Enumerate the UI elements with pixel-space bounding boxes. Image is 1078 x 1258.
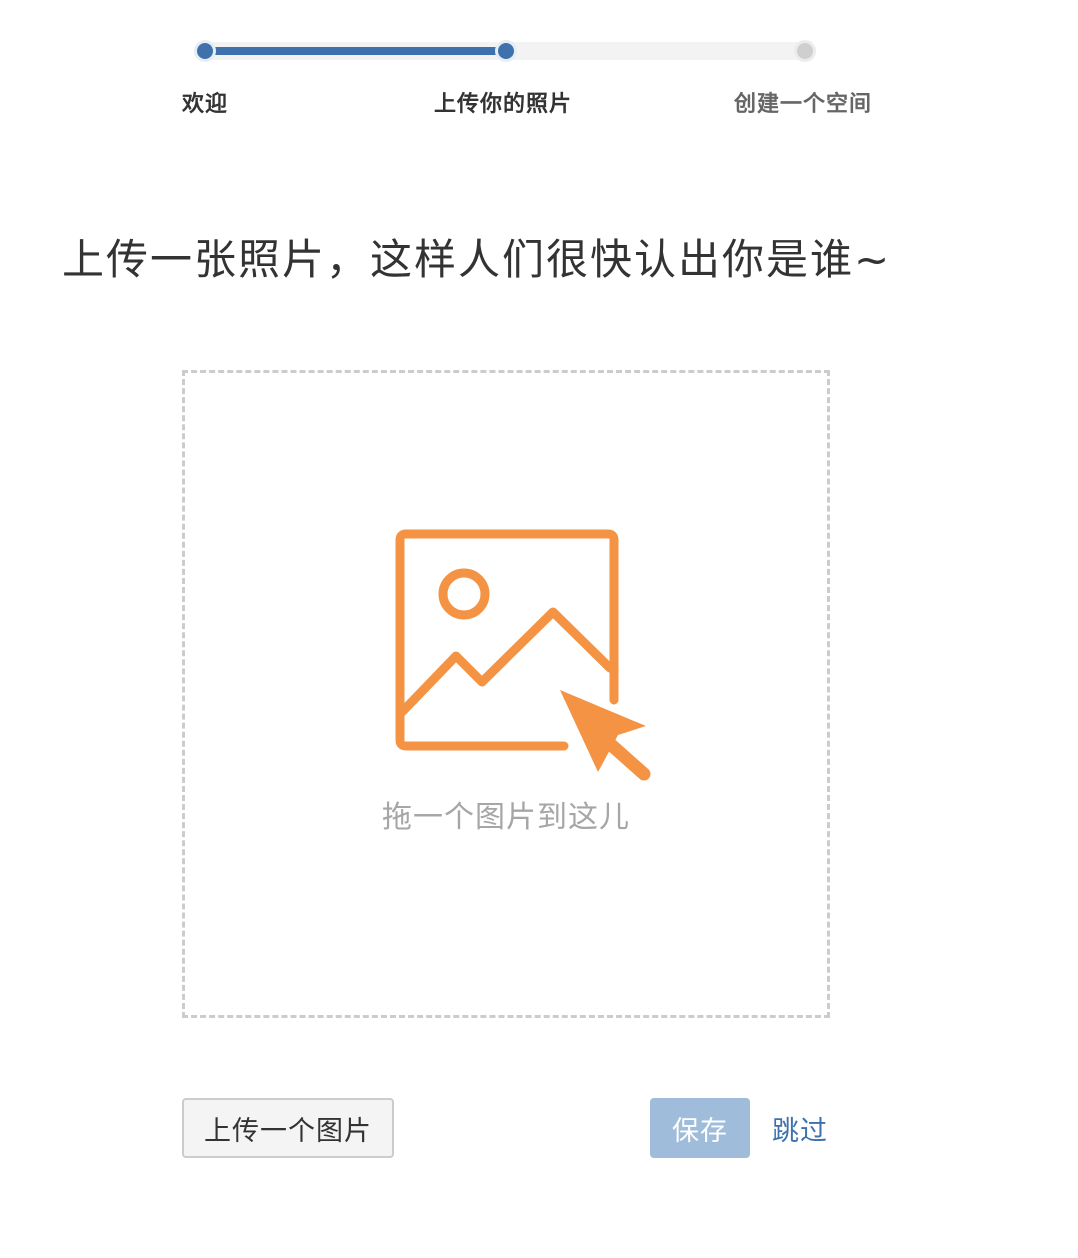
progress-stepper: 欢迎 上传你的照片 创建一个空间 <box>0 0 1078 130</box>
step-3-dot <box>794 40 816 62</box>
step-2-dot <box>495 40 517 62</box>
step-3-label: 创建一个空间 <box>734 92 873 117</box>
step-1-label: 欢迎 <box>182 92 229 117</box>
dropzone-hint: 拖一个图片到这儿 <box>382 800 630 835</box>
stepper-progress-fill <box>205 47 507 55</box>
skip-link[interactable]: 跳过 <box>772 1109 828 1148</box>
step-1-dot <box>194 40 216 62</box>
save-button[interactable]: 保存 <box>650 1098 750 1158</box>
step-2-label: 上传你的照片 <box>434 92 573 117</box>
image-upload-icon <box>395 529 651 781</box>
page-title: 上传一张照片，这样人们很快认出你是谁~ <box>62 235 892 284</box>
upload-image-button[interactable]: 上传一个图片 <box>182 1098 394 1158</box>
